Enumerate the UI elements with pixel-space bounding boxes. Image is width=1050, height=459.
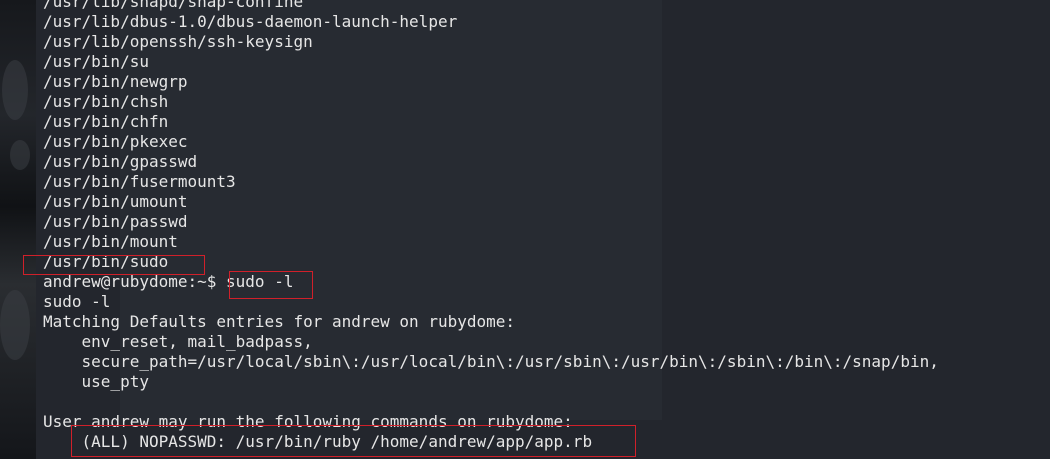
desktop-wallpaper-shape [2,60,28,120]
desktop-background [0,0,36,459]
screenshot: /usr/lib/snapd/snap-confine/usr/lib/dbus… [0,0,1050,459]
terminal-line: /usr/lib/openssh/ssh-keysign [43,32,313,51]
terminal-line: /usr/bin/passwd [43,212,188,231]
terminal-line: /usr/bin/umount [43,192,188,211]
terminal-output[interactable]: /usr/lib/snapd/snap-confine/usr/lib/dbus… [43,0,939,452]
terminal-line: /usr/bin/gpasswd [43,152,198,171]
terminal-line: /usr/bin/pkexec [43,132,188,151]
desktop-wallpaper-shape [10,140,30,170]
terminal-line: secure_path=/usr/local/sbin\:/usr/local/… [43,352,939,371]
terminal-line: Matching Defaults entries for andrew on … [43,312,516,331]
desktop-wallpaper-shape [0,290,30,360]
terminal-line: /usr/bin/chsh [43,92,169,111]
terminal-line: /usr/bin/su [43,52,149,71]
terminal-line: (ALL) NOPASSWD: /usr/bin/ruby /home/andr… [43,432,593,451]
terminal-line: /usr/bin/sudo [43,252,169,271]
terminal-line: /usr/bin/newgrp [43,72,188,91]
terminal-line: /usr/bin/mount [43,232,178,251]
terminal-line: User andrew may run the following comman… [43,412,573,431]
terminal-line: andrew@rubydome:~$ sudo -l [43,272,294,291]
terminal-line: env_reset, mail_badpass, [43,332,313,351]
terminal-line: use_pty [43,372,149,391]
terminal-line: /usr/lib/snapd/snap-confine [43,0,304,11]
terminal-line: /usr/lib/dbus-1.0/dbus-daemon-launch-hel… [43,12,458,31]
terminal-line: /usr/bin/fusermount3 [43,172,236,191]
terminal-line: sudo -l [43,292,111,311]
terminal-line: /usr/bin/chfn [43,112,169,131]
terminal-window[interactable]: /usr/lib/snapd/snap-confine/usr/lib/dbus… [23,0,1050,459]
